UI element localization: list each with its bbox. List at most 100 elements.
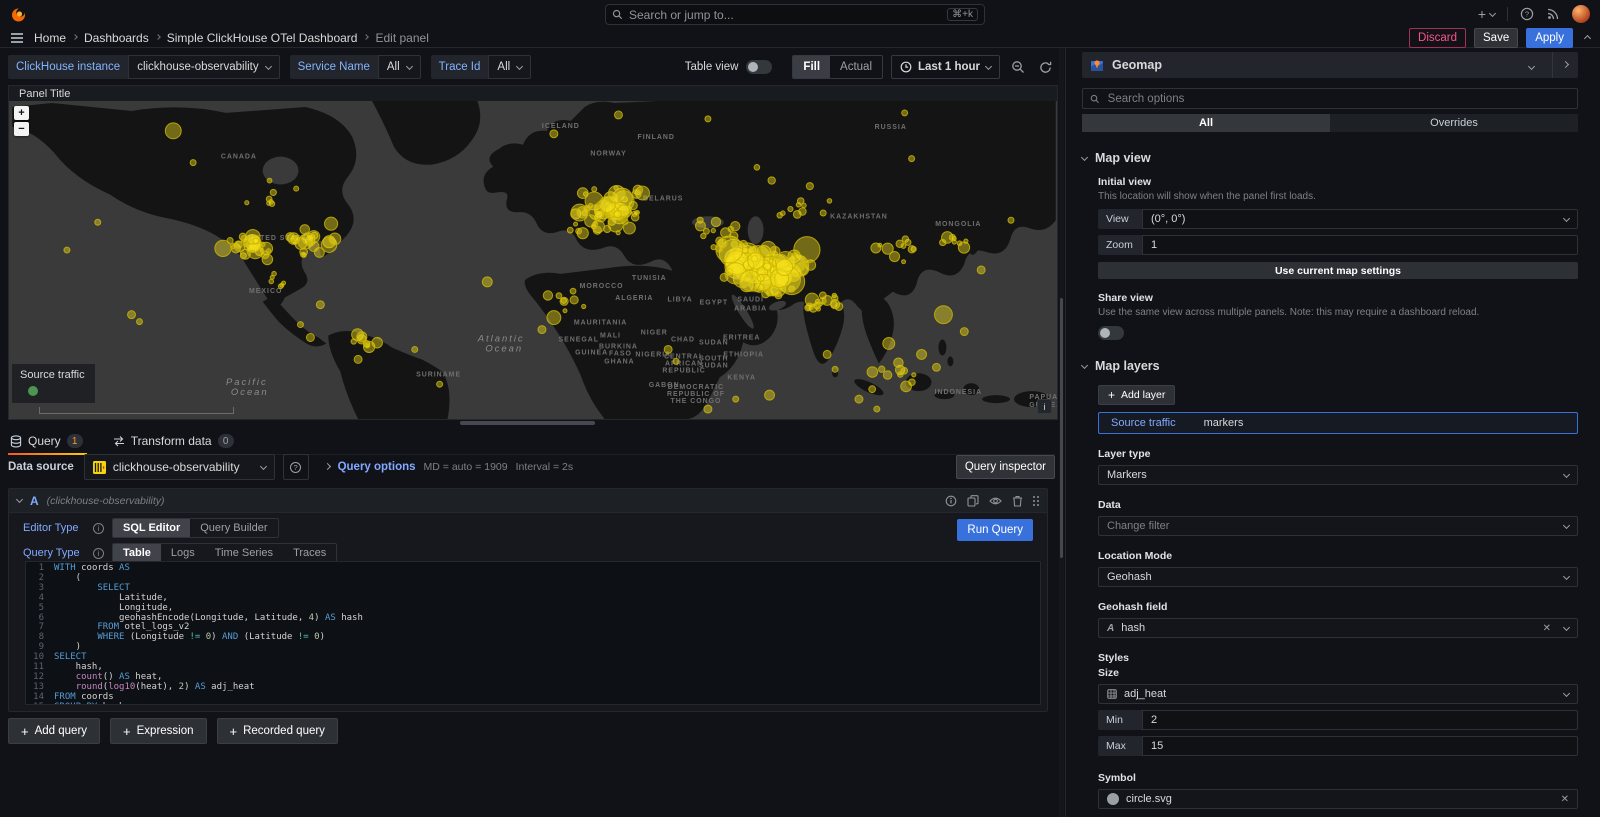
run-query-button[interactable]: Run Query: [957, 519, 1033, 541]
editor-type-query-builder[interactable]: Query Builder: [190, 519, 277, 537]
disable-query-icon[interactable]: [989, 495, 1002, 507]
panel-type-label: Geomap: [1112, 58, 1162, 72]
layer-type-select[interactable]: Markers: [1098, 465, 1578, 485]
refresh-icon[interactable]: [1036, 55, 1055, 79]
query-type-traces[interactable]: Traces: [283, 544, 336, 562]
duplicate-query-icon[interactable]: [967, 495, 979, 507]
code-line: 2 (: [26, 574, 1040, 584]
view-select[interactable]: (0°, 0°): [1142, 209, 1578, 229]
main-scrollbar[interactable]: [1059, 48, 1064, 817]
breadcrumb-item[interactable]: Simple ClickHouse OTel Dashboard: [167, 31, 358, 45]
query-ds-hint: (clickhouse-observability): [47, 495, 165, 507]
clear-icon[interactable]: ✕: [1561, 794, 1569, 805]
panel-resize-handle[interactable]: [460, 421, 595, 425]
global-search-input[interactable]: Search or jump to... ⌘+k: [605, 4, 985, 25]
options-search-input[interactable]: [1106, 92, 1570, 106]
geomap-icon: [1090, 58, 1104, 72]
menu-icon[interactable]: [10, 32, 24, 44]
query-info-icon[interactable]: [945, 495, 957, 507]
variable-label[interactable]: Service Name: [290, 55, 378, 79]
save-button[interactable]: Save: [1474, 28, 1518, 48]
tab-overrides[interactable]: Overrides: [1330, 114, 1578, 132]
map-attribution-button[interactable]: i: [1037, 399, 1052, 414]
svg-text:MEXICO: MEXICO: [249, 288, 282, 295]
datasource-name: clickhouse-observability: [113, 460, 240, 474]
breadcrumb-item[interactable]: Dashboards: [84, 31, 149, 45]
add-layer-button[interactable]: +Add layer: [1098, 385, 1175, 405]
edit-panel-main: ClickHouse instanceclickhouse-observabil…: [0, 48, 1059, 817]
map-zoom-in-button[interactable]: +: [14, 106, 29, 120]
max-input[interactable]: 15: [1142, 736, 1578, 756]
chevron-down-icon[interactable]: [1519, 58, 1544, 72]
svg-text:ERITREA: ERITREA: [723, 335, 760, 342]
sql-editor[interactable]: 1WITH coords AS2 (3 SELECT4 Latitude,5 L…: [25, 561, 1041, 705]
variable-value-dropdown[interactable]: All: [488, 55, 531, 79]
clear-icon[interactable]: ✕: [1543, 623, 1551, 634]
query-options[interactable]: Query options MD = auto = 1909 Interval …: [325, 461, 574, 473]
tab-transform-data[interactable]: Transform data 0: [111, 434, 238, 454]
options-search[interactable]: [1082, 88, 1578, 109]
query-type-time-series[interactable]: Time Series: [205, 544, 283, 562]
data-select[interactable]: Change filter: [1098, 516, 1578, 536]
table-view-toggle[interactable]: [746, 60, 772, 74]
apply-button[interactable]: Apply: [1526, 28, 1573, 48]
code-line: 14FROM coords: [26, 693, 1040, 703]
zoom-out-time-icon[interactable]: [1008, 55, 1028, 79]
options-pane: Geomap All Overrides Map view Initial vi…: [1065, 48, 1600, 817]
svg-text:AFRICAN: AFRICAN: [665, 360, 703, 367]
location-mode-select[interactable]: Geohash: [1098, 567, 1578, 587]
help-icon[interactable]: ?: [1520, 7, 1534, 21]
datasource-help-button[interactable]: ?: [283, 454, 309, 480]
query-count-badge: 1: [67, 434, 83, 448]
variable-label[interactable]: Trace Id: [431, 55, 489, 79]
breadcrumb-item[interactable]: Home: [34, 31, 66, 45]
query-type-table[interactable]: Table: [113, 544, 161, 562]
datasource-picker[interactable]: clickhouse-observability: [84, 454, 275, 480]
info-icon: i: [93, 548, 104, 559]
use-current-map-settings-button[interactable]: Use current map settings: [1098, 262, 1578, 279]
add-add-query-button[interactable]: +Add query: [8, 718, 100, 744]
add-expression-button[interactable]: +Expression: [110, 718, 206, 744]
tab-query[interactable]: Query 1: [8, 434, 87, 454]
geomap-panel[interactable]: Panel Title: [8, 85, 1058, 420]
section-map-layers[interactable]: Map layers: [1082, 359, 1578, 373]
query-type-logs[interactable]: Logs: [161, 544, 205, 562]
tab-all[interactable]: All: [1082, 114, 1330, 132]
svg-text:MOROCCO: MOROCCO: [580, 283, 624, 290]
layer-card[interactable]: Source traffic markers: [1098, 412, 1578, 434]
variable-value-dropdown[interactable]: clickhouse-observability: [128, 55, 279, 79]
discard-button[interactable]: Discard: [1409, 28, 1466, 48]
share-view-toggle[interactable]: [1098, 326, 1124, 340]
fit-option-fill[interactable]: Fill: [793, 56, 830, 78]
news-icon[interactable]: [1546, 7, 1560, 21]
time-range-picker[interactable]: Last 1 hour: [891, 55, 1000, 79]
size-select[interactable]: adj_heat: [1098, 684, 1578, 704]
add-recorded-query-button[interactable]: +Recorded query: [217, 718, 338, 744]
collapse-pane-button[interactable]: [1552, 52, 1578, 78]
map-area[interactable]: RUSSIACANADAUNITED STATESMEXICOKAZAKHSTA…: [9, 101, 1057, 419]
user-avatar[interactable]: [1572, 5, 1590, 23]
section-map-view[interactable]: Map view: [1082, 151, 1578, 165]
fit-mode-segment: FillActual: [792, 55, 883, 79]
query-inspector-button[interactable]: Query inspector: [956, 455, 1055, 479]
drag-handle-icon[interactable]: [1033, 496, 1039, 506]
fit-option-actual[interactable]: Actual: [830, 56, 882, 78]
query-actions-row: +Add query +Expression +Recorded query: [8, 718, 338, 744]
collapse-header-icon[interactable]: [1584, 35, 1591, 42]
map-zoom-out-button[interactable]: −: [14, 122, 29, 136]
variable-label[interactable]: ClickHouse instance: [8, 55, 128, 79]
chevron-right-icon: [72, 34, 78, 40]
geohash-field-select[interactable]: Ahash✕: [1098, 618, 1578, 638]
query-header[interactable]: A (clickhouse-observability): [9, 489, 1047, 513]
symbol-select[interactable]: circle.svg✕: [1098, 789, 1578, 809]
variable-value-dropdown[interactable]: All: [378, 55, 421, 79]
datasource-label: Data source: [8, 461, 74, 473]
initial-view-desc: This location will show when the panel f…: [1098, 191, 1578, 203]
chevron-right-icon: [364, 34, 370, 40]
delete-query-icon[interactable]: [1012, 495, 1023, 507]
panel-type-header[interactable]: Geomap: [1082, 52, 1578, 78]
new-button[interactable]: +: [1478, 6, 1495, 22]
editor-type-sql-editor[interactable]: SQL Editor: [113, 519, 190, 537]
zoom-input[interactable]: 1: [1142, 235, 1578, 255]
min-input[interactable]: 2: [1142, 710, 1578, 730]
